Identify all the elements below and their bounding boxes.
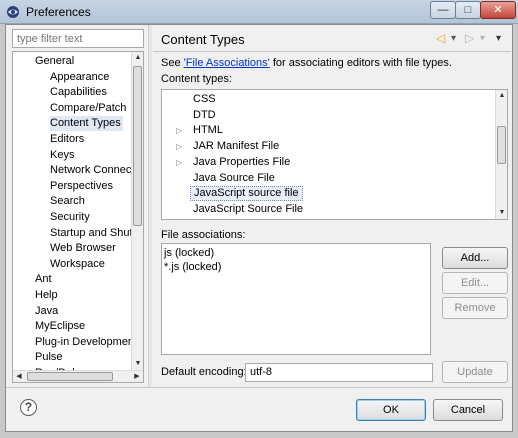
sidebar-item[interactable]: Help: [35, 288, 58, 303]
content-types-label: Content types:: [161, 73, 232, 85]
expand-arrow-icon[interactable]: ▷: [176, 155, 184, 170]
default-encoding-label: Default encoding:: [161, 366, 247, 378]
forward-dropdown-icon[interactable]: ▾: [480, 33, 485, 44]
expand-arrow-icon[interactable]: ▷: [176, 218, 184, 219]
update-button[interactable]: Update: [442, 361, 508, 383]
sidebar-item[interactable]: Web Browser: [50, 241, 116, 256]
tree-scroll-thumb[interactable]: [133, 66, 142, 226]
scroll-left-arrow-icon[interactable]: ◀: [13, 371, 25, 382]
sidebar-item[interactable]: Plug-in Development: [35, 335, 137, 350]
preference-tree: General Appearance Capabilities Compare/Pat…: [12, 51, 144, 383]
file-associations-link[interactable]: 'File Associations': [184, 57, 270, 69]
cancel-button[interactable]: Cancel: [433, 399, 503, 421]
preference-page: Content Types ◁ ▾ ▷ ▾ ▾ See 'File Associ…: [153, 25, 513, 387]
scroll-down-arrow-icon[interactable]: ▼: [132, 358, 143, 370]
back-arrow-icon[interactable]: ◁: [436, 31, 445, 45]
sidebar-item[interactable]: Keys: [50, 148, 74, 163]
sidebar-item[interactable]: Ant: [35, 272, 52, 287]
minimize-button[interactable]: —: [430, 1, 456, 19]
sidebar-item[interactable]: Content Types: [50, 116, 123, 132]
expand-arrow-icon[interactable]: ▷: [176, 139, 184, 154]
back-dropdown-icon[interactable]: ▾: [451, 33, 456, 44]
help-icon[interactable]: ?: [20, 399, 37, 416]
tree-horizontal-scrollbar[interactable]: ◀ ▶: [13, 370, 143, 382]
page-title: Content Types: [161, 32, 245, 47]
content-type-item[interactable]: Java Source File: [190, 171, 278, 186]
title-bar: Preferences — □ ✕: [0, 0, 518, 24]
sidebar-item[interactable]: Capabilities: [50, 85, 107, 100]
sidebar-item[interactable]: Perspectives: [50, 179, 113, 194]
sidebar-item[interactable]: General: [35, 54, 74, 69]
maximize-button[interactable]: □: [455, 1, 481, 19]
title-separator: [153, 51, 511, 52]
close-button[interactable]: ✕: [480, 1, 516, 19]
page-description: See 'File Associations' for associating …: [161, 57, 452, 69]
file-associations-label: File associations:: [161, 229, 246, 241]
forward-arrow-icon[interactable]: ▷: [465, 31, 474, 45]
tree-hscroll-thumb[interactable]: [27, 372, 113, 381]
view-menu-icon[interactable]: ▾: [496, 33, 501, 44]
expand-arrow-icon[interactable]: ▷: [176, 123, 184, 138]
panel-sash[interactable]: [148, 25, 152, 387]
scroll-up-arrow-icon[interactable]: ▲: [496, 90, 507, 102]
eclipse-app-icon: [7, 6, 19, 18]
add-button[interactable]: Add...: [442, 247, 508, 269]
scroll-up-arrow-icon[interactable]: ▲: [132, 52, 143, 64]
sidebar-item[interactable]: Compare/Patch: [50, 101, 126, 116]
scroll-down-arrow-icon[interactable]: ▼: [496, 207, 507, 219]
content-type-item[interactable]: JAR Manifest File: [190, 139, 282, 154]
content-type-item[interactable]: Java Properties File: [190, 155, 293, 170]
content-type-item[interactable]: HTML: [190, 123, 226, 138]
default-encoding-field[interactable]: utf-8: [245, 363, 433, 382]
sidebar-item[interactable]: Pulse: [35, 350, 63, 365]
scroll-right-arrow-icon[interactable]: ▶: [131, 371, 143, 382]
content-types-tree: CSS DTD ▷ HTML ▷ JAR Manifest File ▷ Java Prope…: [161, 89, 508, 220]
remove-button[interactable]: Remove: [442, 297, 508, 319]
sidebar-item[interactable]: Workspace: [50, 257, 105, 272]
window-title: Preferences: [26, 5, 91, 19]
sidebar-item[interactable]: Editors: [50, 132, 84, 147]
description-prefix: See: [161, 57, 184, 69]
ok-button[interactable]: OK: [356, 399, 426, 421]
content-type-item[interactable]: CSS: [190, 92, 219, 107]
sidebar-item[interactable]: Network Connectio: [50, 163, 143, 178]
sidebar-item[interactable]: Appearance: [50, 70, 109, 85]
footer-separator: [6, 387, 512, 388]
sidebar-item[interactable]: Java: [35, 304, 58, 319]
content-type-item[interactable]: JavaScript Source File: [190, 202, 306, 217]
content-type-item[interactable]: DTD: [190, 108, 219, 123]
filter-input[interactable]: [12, 29, 144, 48]
content-types-scroll-thumb[interactable]: [497, 126, 506, 164]
file-associations-list[interactable]: js (locked) *.js (locked): [161, 243, 431, 355]
tree-vertical-scrollbar[interactable]: ▲ ▼: [131, 52, 143, 370]
list-item[interactable]: js (locked): [164, 246, 214, 260]
dialog-client-area: GeneralAppearanceCapabilitiesCompare/Pat…: [5, 24, 513, 432]
sidebar-item[interactable]: MyEclipse: [35, 319, 85, 334]
content-type-item[interactable]: JSP: [190, 218, 216, 220]
sidebar-item[interactable]: Startup and Shutd: [50, 226, 139, 241]
description-suffix: for associating editors with file types.: [269, 57, 452, 69]
sidebar-item[interactable]: Search: [50, 194, 85, 209]
list-item[interactable]: *.js (locked): [164, 260, 221, 274]
sidebar-item[interactable]: Security: [50, 210, 90, 225]
content-type-item[interactable]: JavaScript source file: [190, 186, 303, 202]
content-types-scrollbar[interactable]: ▲ ▼: [495, 90, 507, 219]
edit-button[interactable]: Edit...: [442, 272, 508, 294]
